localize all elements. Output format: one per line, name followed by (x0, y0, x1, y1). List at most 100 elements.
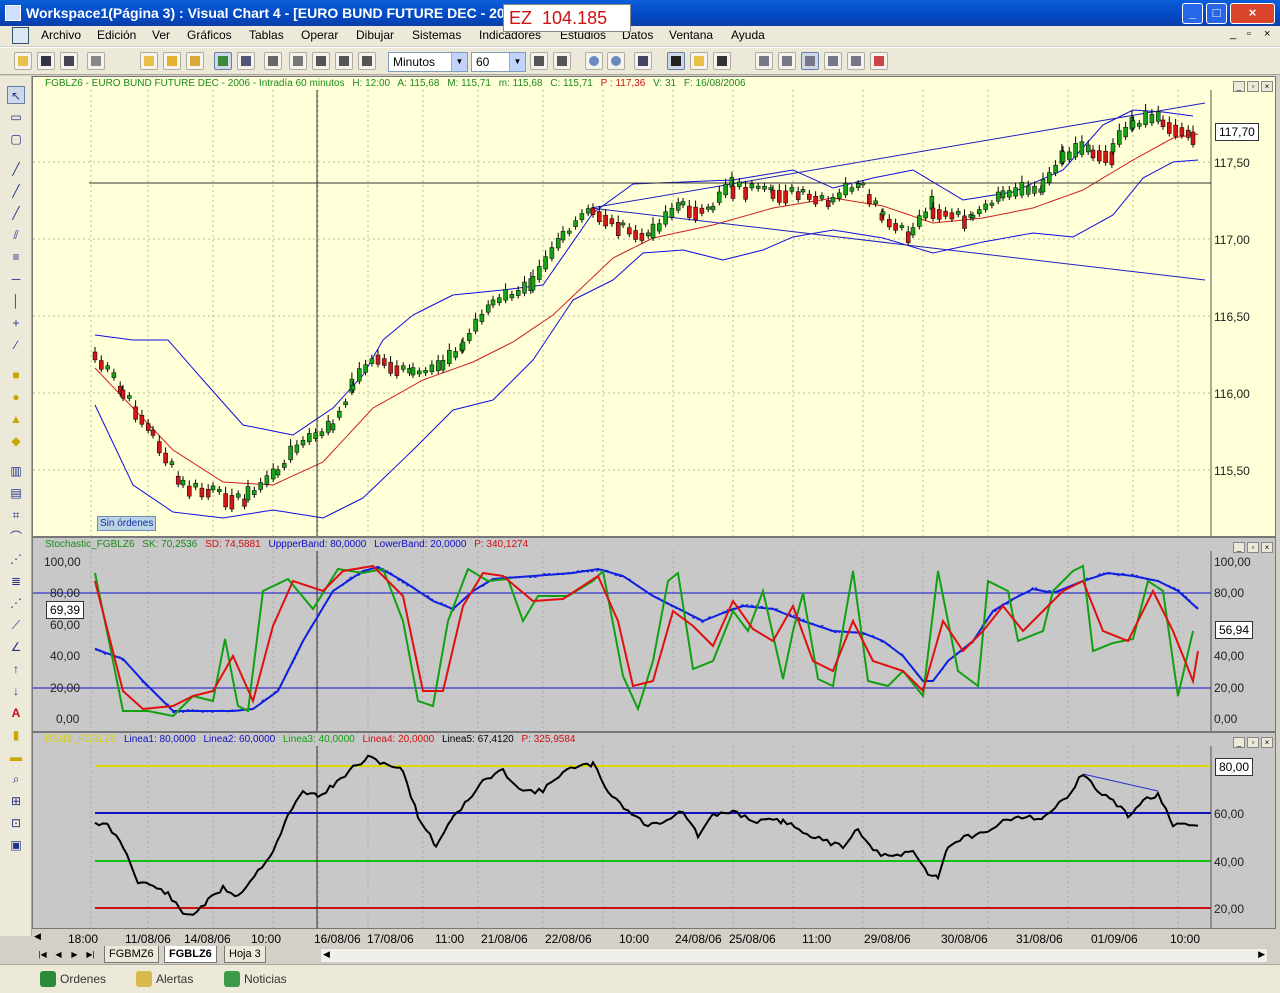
mdi-minimize-button[interactable]: _ (1230, 28, 1236, 40)
menu-archivo[interactable]: Archivo (41, 28, 81, 42)
sheet-tab-hoja3[interactable]: Hoja 3 (224, 946, 266, 963)
zoom-in-icon[interactable] (607, 52, 625, 70)
rectangle-tool-icon[interactable]: ■ (7, 366, 25, 384)
chart-window-1-icon[interactable] (755, 52, 773, 70)
magnifier-icon[interactable]: ⌕ (7, 770, 25, 788)
gann-icon[interactable]: ⌗ (7, 506, 25, 524)
scroll-right-icon[interactable]: ▶ (1258, 949, 1265, 960)
trend-line-tool-icon[interactable]: ╱ (7, 182, 25, 200)
chart-window-6-icon[interactable] (870, 52, 888, 70)
ray-tool-icon[interactable]: ╱ (7, 204, 25, 222)
menu-sistemas[interactable]: Sistemas (412, 28, 461, 42)
crosshair-icon[interactable]: + (7, 314, 25, 332)
fan-icon[interactable]: ⋰ (7, 594, 25, 612)
chart-window-2-icon[interactable] (778, 52, 796, 70)
parallel-tool-icon[interactable]: ≡ (7, 248, 25, 266)
menu-ventana[interactable]: Ventana (669, 28, 713, 42)
clear-icon[interactable]: ⊡ (7, 814, 25, 832)
zoom-out-icon[interactable] (585, 52, 603, 70)
alertas-button[interactable]: Alertas (134, 969, 193, 989)
mdi-restore-button[interactable]: ▫ (1247, 28, 1251, 40)
vertical-line-icon[interactable]: │ (7, 292, 25, 310)
last-sheet-icon[interactable]: ▶| (84, 948, 97, 961)
indicator-icon[interactable]: ▣ (7, 836, 25, 854)
pen-icon[interactable] (690, 52, 708, 70)
marker-icon[interactable]: ▮ (7, 726, 25, 744)
triangle-tool-icon[interactable]: ▲ (7, 410, 25, 428)
ruler-measure-icon[interactable]: ▬ (7, 748, 25, 766)
save-icon[interactable] (37, 52, 55, 70)
stochastic-chart[interactable] (33, 551, 1275, 731)
candles-icon[interactable] (634, 52, 652, 70)
horizontal-scrollbar[interactable]: ◀ ▶ (320, 948, 1268, 963)
ordenes-button[interactable]: Ordenes (38, 969, 106, 989)
arrow-down-icon[interactable] (530, 52, 548, 70)
fib-levels-icon[interactable]: ▤ (7, 484, 25, 502)
save-all-icon[interactable] (60, 52, 78, 70)
folder-open-icon[interactable] (186, 52, 204, 70)
print-icon[interactable] (87, 52, 105, 70)
dropdown-icon[interactable] (553, 52, 571, 70)
cursor-tool-icon[interactable]: ↖ (7, 86, 25, 104)
rsi-chart[interactable] (33, 746, 1275, 928)
close-button[interactable]: × (1230, 3, 1275, 24)
menu-dibujar[interactable]: Dibujar (356, 28, 394, 42)
menu-tablas[interactable]: Tablas (249, 28, 284, 42)
chart-window-3-icon[interactable] (801, 52, 819, 70)
ruler-tool-icon[interactable]: ▭ (7, 108, 25, 126)
minimize-button[interactable]: _ (1182, 3, 1203, 24)
freehand-icon[interactable]: ⁄ (7, 336, 25, 354)
menu-graficos[interactable]: Gráficos (187, 28, 232, 42)
regression-icon[interactable]: ≣ (7, 572, 25, 590)
scroll-left-icon[interactable]: ◀ (323, 949, 330, 960)
period-unit-select[interactable]: Minutos ▼ (388, 52, 468, 72)
folder-icon[interactable] (140, 52, 158, 70)
pointer-icon[interactable] (667, 52, 685, 70)
menu-ver[interactable]: Ver (152, 28, 170, 42)
orders-status-button[interactable]: Sin órdenes (97, 516, 157, 531)
document-icon[interactable] (12, 27, 29, 44)
menu-operar[interactable]: Operar (301, 28, 338, 42)
sheet-tab-fgblz6[interactable]: FGBLZ6 (164, 946, 217, 963)
first-sheet-icon[interactable]: |◀ (36, 948, 49, 961)
ellipse-tool-icon[interactable]: ● (7, 388, 25, 406)
line-tool-icon[interactable]: ╱ (7, 160, 25, 178)
text-tool-icon[interactable]: A (7, 704, 25, 722)
noticias-button[interactable]: Noticias (222, 969, 287, 989)
speed-lines-icon[interactable]: ⋰ (7, 550, 25, 568)
fibonacci-icon[interactable]: ▥ (7, 462, 25, 480)
arrow-right-icon[interactable] (335, 52, 353, 70)
sheet-tab-fgbmz6[interactable]: FGBMZ6 (104, 946, 159, 963)
open-icon[interactable] (14, 52, 32, 70)
menu-ayuda[interactable]: Ayuda (731, 28, 765, 42)
menu-edicion[interactable]: Edición (97, 28, 136, 42)
mdi-close-button[interactable]: × (1264, 28, 1270, 40)
chart-window-4-icon[interactable] (824, 52, 842, 70)
andrews-icon[interactable]: ⟋ (7, 616, 25, 634)
scroll-left-icon[interactable]: ◀ (34, 931, 41, 942)
horizontal-line-icon[interactable]: ─ (7, 270, 25, 288)
candle-body (460, 341, 466, 351)
price-chart[interactable] (33, 90, 1275, 536)
folder-star-icon[interactable] (163, 52, 181, 70)
arrow-up-icon[interactable]: ↑ (7, 660, 25, 678)
arrow-left-icon[interactable] (312, 52, 330, 70)
bar-chart-icon[interactable] (237, 52, 255, 70)
channel-tool-icon[interactable]: ⫽ (7, 226, 25, 244)
chart-window-5-icon[interactable] (847, 52, 865, 70)
window-tool-icon[interactable]: ▢ (7, 130, 25, 148)
edit-icon[interactable] (358, 52, 376, 70)
grid-icon[interactable] (264, 52, 282, 70)
period-value-select[interactable]: 60 ▼ (471, 52, 526, 72)
next-sheet-icon[interactable]: ▶ (68, 948, 81, 961)
arrow-down-tool-icon[interactable]: ↓ (7, 682, 25, 700)
diamond-tool-icon[interactable]: ◆ (7, 432, 25, 450)
maximize-button[interactable]: □ (1206, 3, 1227, 24)
zoom-tool-icon[interactable]: ⊞ (7, 792, 25, 810)
trendline-icon[interactable] (713, 52, 731, 70)
printer-icon[interactable] (289, 52, 307, 70)
portfolio-icon[interactable] (214, 52, 232, 70)
arc-icon[interactable]: ⌒ (7, 528, 25, 546)
prev-sheet-icon[interactable]: ◀ (52, 948, 65, 961)
angle-icon[interactable]: ∠ (7, 638, 25, 656)
